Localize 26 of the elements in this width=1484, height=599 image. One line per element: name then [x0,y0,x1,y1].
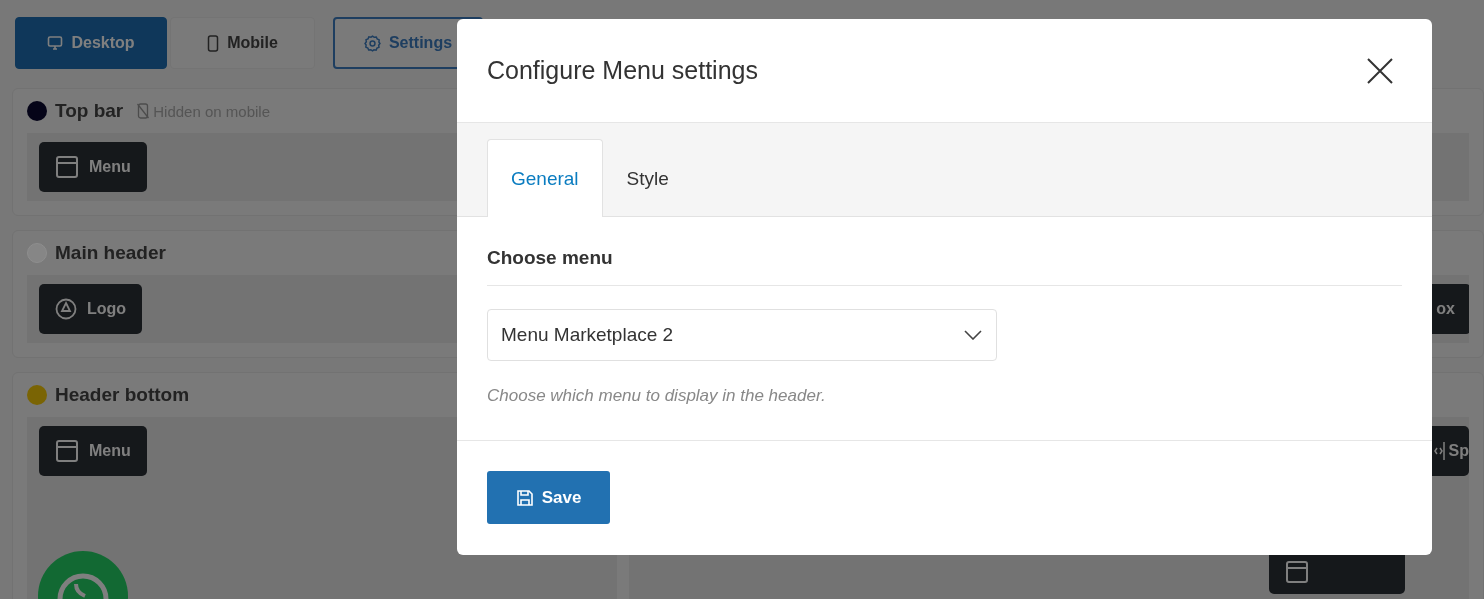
menu-dropdown[interactable]: Menu Marketplace 2 [487,309,997,361]
spacer-icon [1433,441,1445,461]
tab[interactable]: Style [602,139,693,217]
element-chip[interactable]: Logo [39,284,143,334]
window-icon [55,439,79,463]
chevron-icon [964,330,982,340]
phone-icon [207,34,220,52]
field-label: Choose menu [487,247,1402,286]
dialog-title: Configure Menu settings [487,56,758,85]
window-icon [1285,560,1309,584]
section-title: Header bottom [55,384,190,406]
section-title: Top bar [55,100,124,122]
monitor-icon [47,35,64,51]
section-title: Main header [55,242,166,264]
tab[interactable]: General [487,139,603,217]
save-button[interactable]: Save [487,471,610,524]
view-button[interactable]: Mobile [170,17,315,69]
settings-icon [363,34,381,52]
element-chip[interactable]: Menu [39,426,147,476]
window-icon [55,155,79,179]
view-button[interactable]: Desktop [15,17,167,69]
logo-icon [55,298,77,320]
element-chip[interactable]: Menu [39,142,147,192]
phone-off-icon [137,103,150,119]
close-icon[interactable] [1366,56,1394,85]
help-text: Choose which menu to display in the header. [487,386,827,406]
